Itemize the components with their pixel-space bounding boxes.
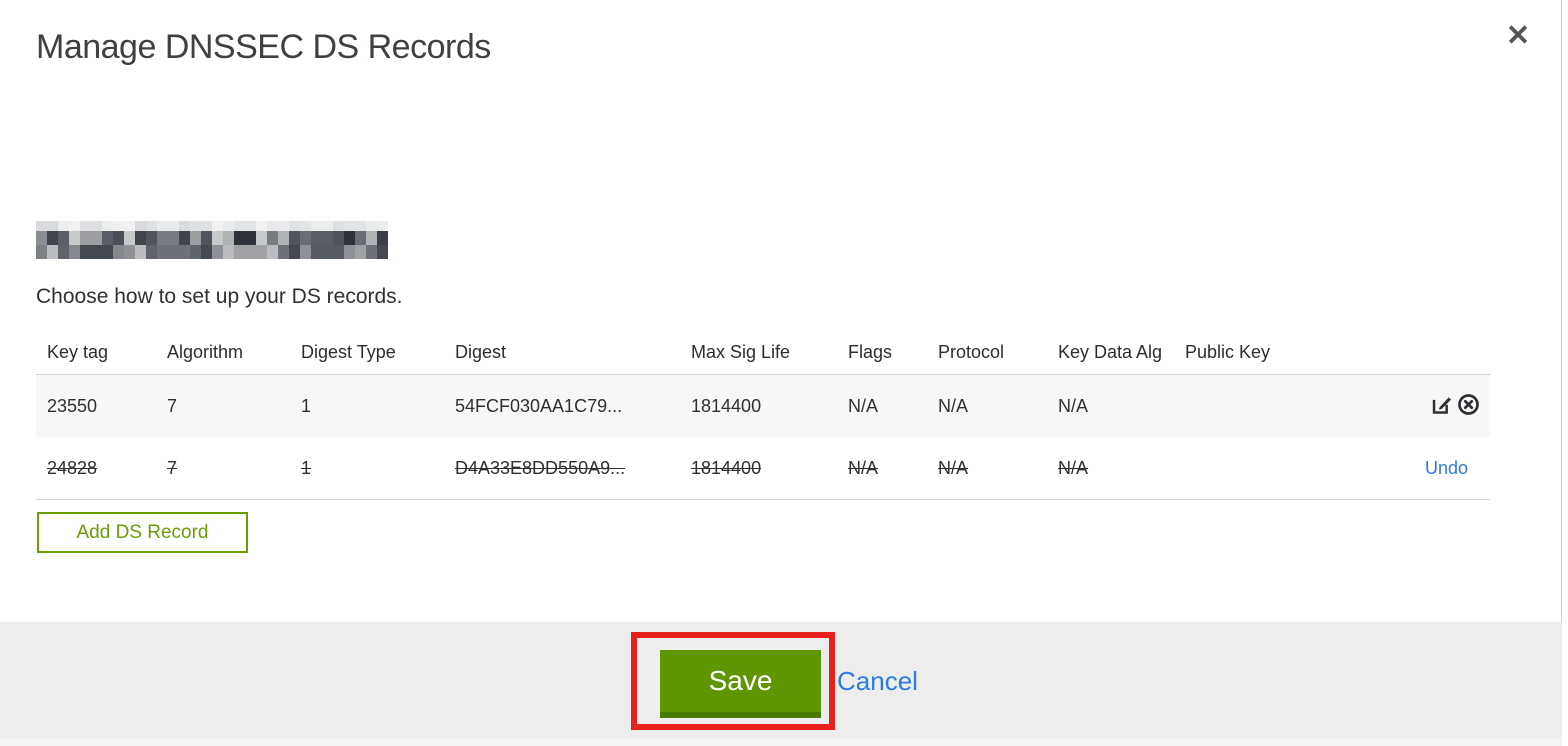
cell-protocol: N/A [938, 395, 969, 416]
table-row-deleted: 24828 7 1 D4A33E8DD550A9... 1814400 N/A … [36, 437, 1490, 500]
cell-digest: D4A33E8DD550A9... [455, 457, 626, 478]
cell-key-data-alg: N/A [1058, 457, 1089, 478]
cell-max-sig-life: 1814400 [691, 457, 762, 478]
close-icon[interactable]: ✕ [1498, 16, 1538, 56]
col-digest: Digest [455, 341, 507, 362]
page-title: Manage DNSSEC DS Records [36, 28, 491, 66]
edit-record-button[interactable] [1429, 394, 1453, 418]
x-circle-icon [1457, 393, 1480, 419]
add-ds-record-button[interactable]: Add DS Record [37, 512, 248, 553]
cell-key-tag: 23550 [47, 395, 98, 416]
save-button[interactable]: Save [660, 650, 821, 718]
delete-record-button[interactable] [1456, 394, 1480, 418]
cell-flags: N/A [848, 457, 879, 478]
table-row: 23550 7 1 54FCF030AA1C79... 1814400 N/A … [36, 375, 1490, 437]
ds-records-table: Key tag Algorithm Digest Type Digest Max… [36, 330, 1490, 500]
col-key-data-alg: Key Data Alg [1058, 341, 1163, 362]
cell-flags: N/A [848, 395, 879, 416]
subtitle-text: Choose how to set up your DS records. [36, 285, 403, 308]
col-digest-type: Digest Type [301, 341, 396, 362]
cell-digest-type: 1 [301, 395, 312, 416]
cell-algorithm: 7 [167, 457, 178, 478]
annotation-highlight-box: Save [631, 632, 835, 730]
dnssec-modal: Manage DNSSEC DS Records ✕ Choose how to… [0, 0, 1562, 738]
edit-pencil-icon [1430, 393, 1453, 419]
cell-protocol: N/A [938, 457, 969, 478]
cell-digest: 54FCF030AA1C79... [455, 395, 623, 416]
cell-algorithm: 7 [167, 395, 178, 416]
modal-footer: Save Cancel [0, 622, 1562, 738]
cell-digest-type: 1 [301, 457, 312, 478]
col-protocol: Protocol [938, 341, 1005, 362]
table-header-row: Key tag Algorithm Digest Type Digest Max… [36, 330, 1490, 375]
col-max-sig-life: Max Sig Life [691, 341, 791, 362]
col-key-tag: Key tag [47, 341, 109, 362]
page-background-strip [0, 738, 1562, 746]
cancel-link[interactable]: Cancel [837, 666, 918, 697]
col-algorithm: Algorithm [167, 341, 244, 362]
col-public-key: Public Key [1185, 341, 1271, 362]
cell-key-tag: 24828 [47, 457, 98, 478]
undo-link[interactable]: Undo [1425, 458, 1480, 479]
redacted-domain [36, 221, 388, 259]
cell-max-sig-life: 1814400 [691, 395, 762, 416]
cell-key-data-alg: N/A [1058, 395, 1089, 416]
col-flags: Flags [848, 341, 893, 362]
